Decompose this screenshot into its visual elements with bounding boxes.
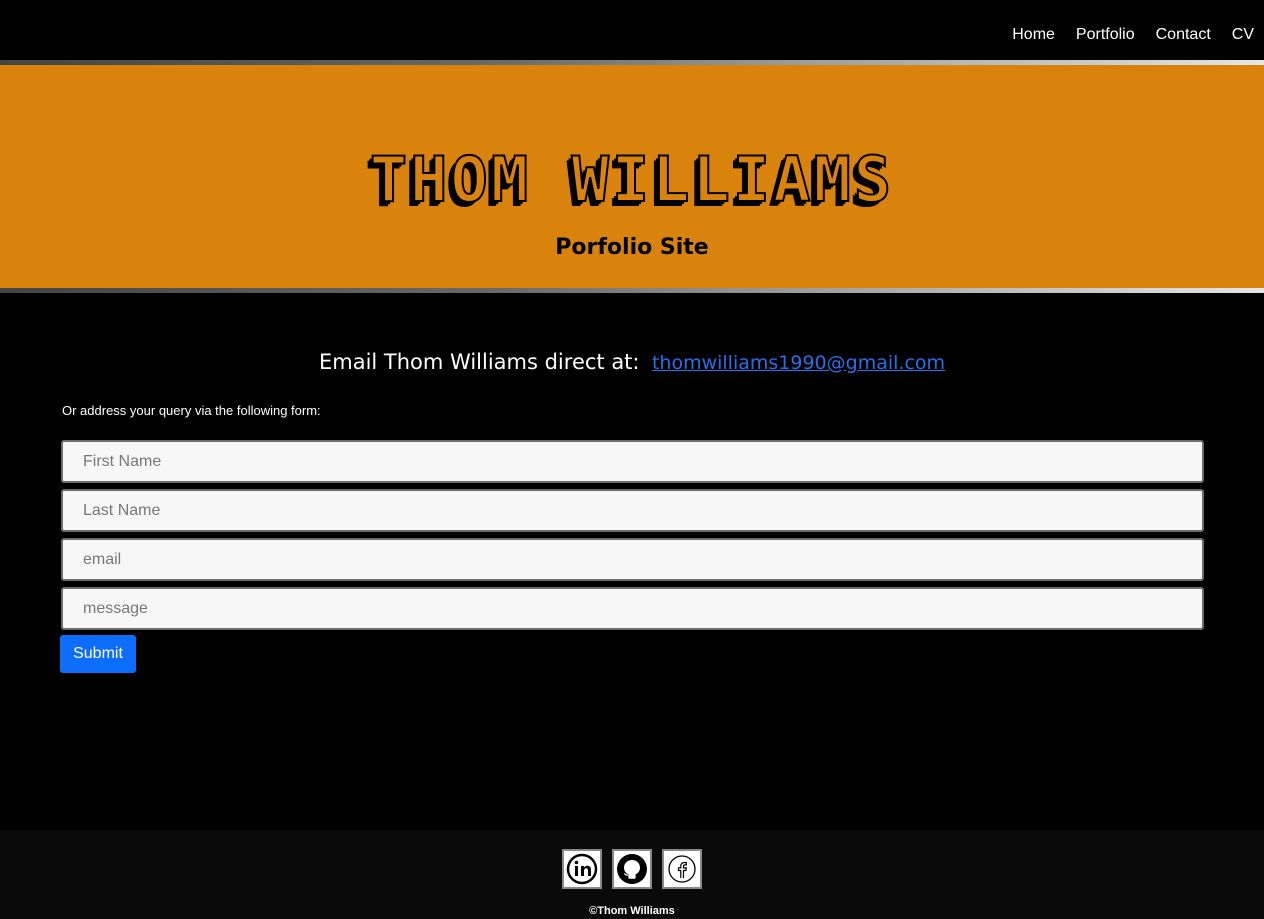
nav-link-portfolio[interactable]: Portfolio <box>1076 26 1135 44</box>
linkedin-link[interactable] <box>562 849 602 889</box>
facebook-link[interactable] <box>662 849 702 889</box>
hero-subtitle: Porfolio Site <box>555 235 709 260</box>
email-line: Email Thom Williams direct at: thomwilli… <box>0 350 1264 374</box>
nav-links: Home Portfolio Contact CV <box>1012 26 1254 44</box>
email-link[interactable]: thomwilliams1990@gmail.com <box>652 352 945 374</box>
copyright-text: ©Thom Williams <box>589 905 675 917</box>
top-navbar: Home Portfolio Contact CV <box>0 0 1264 60</box>
github-icon <box>617 854 647 884</box>
message-input[interactable] <box>61 587 1204 630</box>
footer: ©Thom Williams <box>0 830 1264 919</box>
nav-link-home[interactable]: Home <box>1012 26 1055 44</box>
facebook-icon <box>668 855 696 883</box>
social-links <box>562 849 702 889</box>
hero-title: THOM WILLIAMS <box>369 143 895 216</box>
github-link[interactable] <box>612 849 652 889</box>
email-label: Email Thom Williams direct at: <box>318 350 640 374</box>
nav-link-cv[interactable]: CV <box>1232 26 1254 44</box>
email-input[interactable] <box>61 538 1204 581</box>
last-name-input[interactable] <box>61 489 1204 532</box>
divider-bottom <box>0 288 1264 293</box>
first-name-input[interactable] <box>61 440 1204 483</box>
linkedin-icon <box>566 853 598 885</box>
submit-button[interactable]: Submit <box>60 635 136 673</box>
form-intro: Or address your query via the following … <box>62 403 321 418</box>
nav-link-contact[interactable]: Contact <box>1156 26 1211 44</box>
hero-banner: THOM WILLIAMS Porfolio Site <box>0 65 1264 288</box>
